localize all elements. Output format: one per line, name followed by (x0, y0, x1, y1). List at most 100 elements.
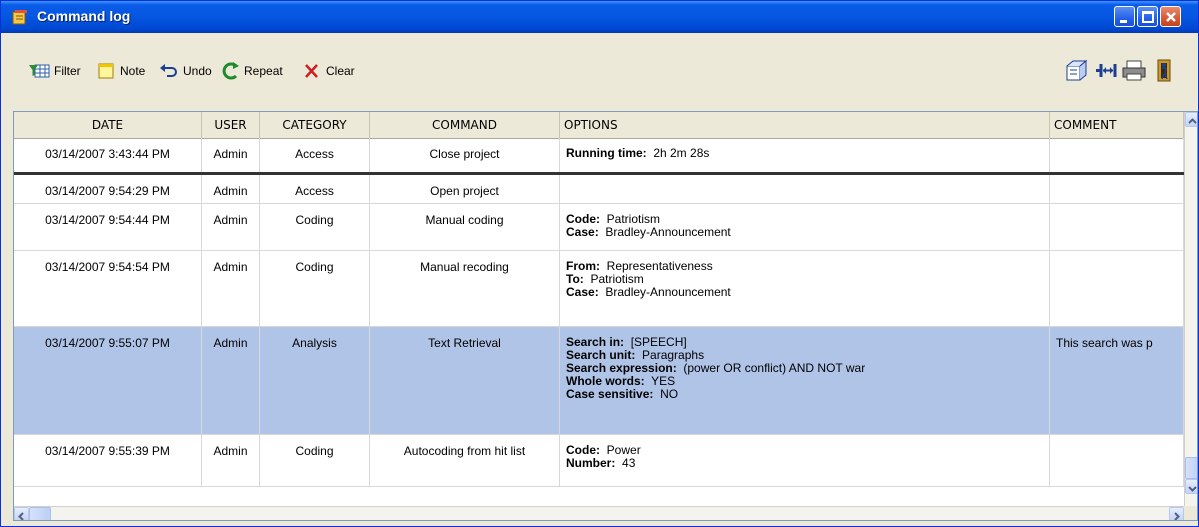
column-header-date[interactable]: DATE (14, 112, 202, 138)
comment-cell[interactable] (1050, 175, 1184, 203)
column-header-category[interactable]: CATEGORY (260, 112, 370, 138)
column-header-command[interactable]: COMMAND (370, 112, 560, 138)
category-cell[interactable]: Analysis (260, 327, 370, 434)
option-key: From: (566, 259, 600, 273)
arrow-down-icon (1188, 486, 1197, 492)
vertical-scrollbar[interactable] (1184, 112, 1197, 506)
option-line: Case: Bradley-Announcement (566, 226, 1049, 239)
option-key: Case: (566, 285, 599, 299)
note-label: Note (120, 64, 146, 78)
repeat-button[interactable]: Repeat (219, 61, 283, 81)
command-cell[interactable]: Open project (370, 175, 560, 203)
user-text: Admin (213, 260, 248, 274)
user-cell[interactable]: Admin (202, 138, 260, 172)
comment-cell[interactable]: This search was p (1050, 327, 1184, 434)
maximize-button[interactable] (1137, 6, 1158, 27)
category-cell[interactable]: Coding (260, 435, 370, 486)
table-row[interactable]: 03/14/2007 9:54:54 PM Admin Coding Manual r… (14, 251, 1184, 327)
command-cell[interactable]: Text Retrieval (370, 327, 560, 434)
user-cell[interactable]: Admin (202, 204, 260, 250)
date-cell[interactable]: 03/14/2007 9:55:07 PM (14, 327, 202, 434)
options-cell[interactable]: From: Representativeness To: Patriotism Ca… (560, 251, 1050, 326)
arrow-up-icon (1188, 118, 1197, 124)
command-cell[interactable]: Manual coding (370, 204, 560, 250)
horizontal-scroll-thumb[interactable] (29, 507, 51, 520)
options-cell[interactable] (560, 175, 1050, 203)
table-row[interactable]: 03/14/2007 9:55:39 PM Admin Coding Autocodi… (14, 435, 1184, 487)
category-cell[interactable]: Coding (260, 204, 370, 250)
scroll-right-button[interactable] (1169, 507, 1184, 520)
column-header-comment[interactable]: COMMENT (1050, 112, 1184, 138)
command-cell[interactable]: Autocoding from hit list (370, 435, 560, 486)
options-text: Code: Power Number: 43 (560, 444, 1049, 470)
command-log-window: Command log Filter Note Undo Repeat Clea… (0, 0, 1199, 527)
print-icon[interactable] (1121, 57, 1147, 83)
user-cell[interactable]: Admin (202, 435, 260, 486)
comment-cell[interactable] (1050, 204, 1184, 250)
category-cell[interactable]: Access (260, 138, 370, 172)
comment-cell[interactable] (1050, 251, 1184, 326)
user-cell[interactable]: Admin (202, 251, 260, 326)
filter-button[interactable]: Filter (29, 61, 81, 81)
scroll-down-button[interactable] (1185, 479, 1197, 494)
undo-icon (160, 64, 177, 77)
table-row[interactable]: 03/14/2007 3:43:44 PM Admin Access Close pr… (14, 138, 1184, 175)
option-key: Search in: (566, 335, 625, 349)
user-text: Admin (213, 336, 248, 350)
close-button[interactable] (1160, 6, 1181, 27)
option-value: Patriotism (606, 212, 661, 226)
title-bar[interactable]: Command log (1, 1, 1198, 33)
repeat-label: Repeat (244, 64, 283, 78)
options-cell[interactable]: Code: Power Number: 43 (560, 435, 1050, 486)
horizontal-scrollbar[interactable] (14, 506, 1184, 520)
command-cell[interactable]: Manual recoding (370, 251, 560, 326)
note-button[interactable]: Note (95, 61, 145, 81)
option-value: [SPEECH] (630, 335, 687, 349)
date-cell[interactable]: 03/14/2007 9:54:29 PM (14, 175, 202, 203)
command-log-table[interactable]: DATE USER CATEGORY COMMAND OPTIONS COMME… (13, 111, 1198, 521)
command-text: Manual coding (425, 213, 504, 227)
repeat-icon (222, 62, 239, 80)
column-header-options[interactable]: OPTIONS (560, 112, 1050, 138)
table-row[interactable]: 03/14/2007 9:54:29 PM Admin Access Open pro… (14, 175, 1184, 204)
option-key: Code: (566, 443, 600, 457)
option-value: 2h 2m 28s (653, 146, 710, 160)
comment-cell[interactable] (1050, 138, 1184, 172)
options-cell[interactable]: Code: Patriotism Case: Bradley-Announceme… (560, 204, 1050, 250)
arrow-left-icon (18, 512, 24, 520)
user-cell[interactable]: Admin (202, 175, 260, 203)
undo-button[interactable]: Undo (158, 61, 212, 81)
close-icon (1166, 12, 1176, 22)
option-value: NO (660, 387, 679, 401)
date-cell[interactable]: 03/14/2007 3:43:44 PM (14, 138, 202, 172)
clear-button[interactable]: Clear (301, 61, 355, 81)
command-cell[interactable]: Close project (370, 138, 560, 172)
vertical-scroll-thumb[interactable] (1185, 457, 1197, 479)
table-header: DATE USER CATEGORY COMMAND OPTIONS COMME… (14, 112, 1184, 139)
options-cell[interactable]: Search in: [SPEECH] Search unit: Paragrap… (560, 327, 1050, 434)
scroll-up-button[interactable] (1185, 112, 1197, 127)
table-row[interactable]: 03/14/2007 9:54:44 PM Admin Coding Manual c… (14, 204, 1184, 251)
options-cell[interactable]: Running time: 2h 2m 28s (560, 138, 1050, 172)
option-key: Search unit: (566, 348, 636, 362)
category-cell[interactable]: Coding (260, 251, 370, 326)
option-line: Code: Power (566, 444, 1049, 457)
date-cell[interactable]: 03/14/2007 9:54:54 PM (14, 251, 202, 326)
column-header-user[interactable]: USER (202, 112, 260, 138)
option-key: Case: (566, 225, 599, 239)
category-cell[interactable]: Access (260, 175, 370, 203)
exit-icon[interactable] (1151, 57, 1177, 83)
comment-cell[interactable] (1050, 435, 1184, 486)
scroll-left-button[interactable] (14, 507, 29, 520)
user-cell[interactable]: Admin (202, 327, 260, 434)
date-cell[interactable]: 03/14/2007 9:55:39 PM (14, 435, 202, 486)
column-width-icon[interactable] (1095, 57, 1121, 83)
date-cell[interactable]: 03/14/2007 9:54:44 PM (14, 204, 202, 250)
minimize-button[interactable] (1114, 6, 1135, 27)
size-grip[interactable] (1184, 506, 1197, 520)
option-key: Whole words: (566, 374, 645, 388)
filter-label: Filter (54, 64, 81, 78)
table-row[interactable]: 03/14/2007 9:55:07 PM Admin Analysis Text R… (14, 327, 1184, 435)
undo-label: Undo (183, 64, 212, 78)
export-icon[interactable] (1063, 57, 1089, 83)
